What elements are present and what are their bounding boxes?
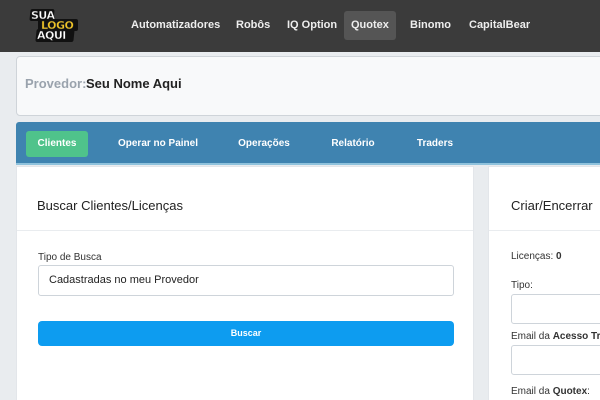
email-access-label-prefix: Email da xyxy=(511,331,550,342)
nav-item-automatizadores[interactable]: Automatizadores xyxy=(124,11,227,40)
type-input[interactable] xyxy=(511,294,600,324)
tab-clientes[interactable]: Clientes xyxy=(26,131,88,157)
card-header: Buscar Clientes/Licenças xyxy=(17,167,473,231)
tab-traders[interactable]: Traders xyxy=(406,131,464,157)
nav-item-quotex[interactable]: Quotex xyxy=(344,11,396,40)
provider-name: Seu Nome Aqui xyxy=(86,76,182,91)
search-clients-card: Buscar Clientes/Licenças Tipo de Busca C… xyxy=(16,166,474,400)
brand-logo[interactable]: SUA LOGO AQUI xyxy=(28,9,82,43)
tab-operar-no-painel[interactable]: Operar no Painel xyxy=(110,131,206,157)
email-quotex-label-prefix: Email da xyxy=(511,386,550,397)
type-label: Tipo: xyxy=(511,280,533,291)
provider-bar: Provedor: Seu Nome Aqui xyxy=(16,56,600,116)
tab-operacoes[interactable]: Operações xyxy=(228,131,300,157)
section-tabs: Clientes Operar no Painel Operações Rela… xyxy=(16,122,600,165)
search-type-label: Tipo de Busca xyxy=(38,252,102,263)
licenses-count: 0 xyxy=(556,251,562,262)
search-button[interactable]: Buscar xyxy=(38,321,454,346)
card-title: Buscar Clientes/Licenças xyxy=(37,198,183,213)
email-access-label: Email da Acesso Tr xyxy=(511,331,600,342)
tab-relatorio[interactable]: Relatório xyxy=(322,131,384,157)
search-type-select[interactable]: Cadastradas no meu Provedor xyxy=(38,265,454,296)
nav-item-capitalbear[interactable]: CapitalBear xyxy=(462,11,537,40)
nav-item-binomo[interactable]: Binomo xyxy=(403,11,458,40)
email-quotex-label-bold: Quotex xyxy=(552,386,588,397)
email-access-input[interactable] xyxy=(511,345,600,375)
email-quotex-label: Email da Quotex: xyxy=(511,386,590,397)
licenses-label: Licenças: 0 xyxy=(511,251,562,262)
nav-item-iq-option[interactable]: IQ Option xyxy=(280,11,344,40)
card-header: Criar/Encerrar xyxy=(489,167,600,231)
top-navbar: SUA LOGO AQUI Automatizadores Robôs IQ O… xyxy=(0,0,600,52)
logo-text-line3: AQUI xyxy=(37,29,67,42)
email-quotex-label-suffix: : xyxy=(587,386,590,397)
nav-item-robos[interactable]: Robôs xyxy=(229,11,277,40)
email-access-label-bold: Acesso Tr xyxy=(552,331,600,342)
create-license-card: Criar/Encerrar Licenças: 0 Tipo: Email d… xyxy=(488,166,600,400)
licenses-label-text: Licenças: xyxy=(511,251,554,262)
provider-label: Provedor: xyxy=(25,76,87,91)
card-title: Criar/Encerrar xyxy=(511,198,593,213)
